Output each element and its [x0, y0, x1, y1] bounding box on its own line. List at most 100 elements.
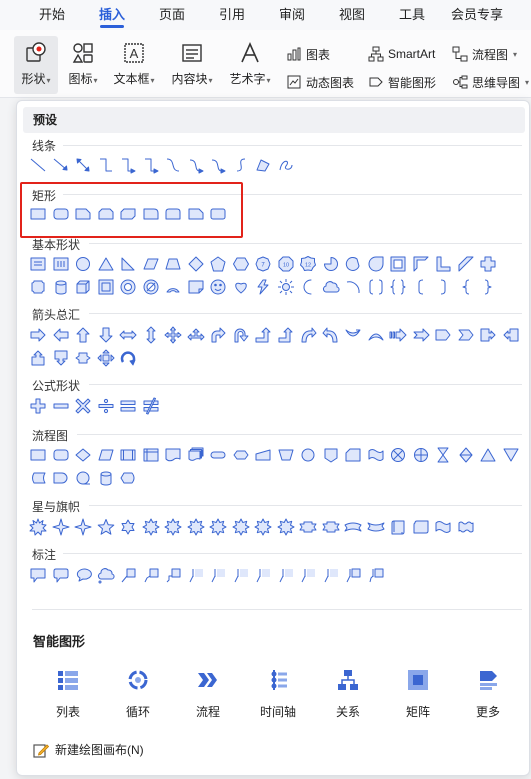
shape-arcline-icon[interactable]: [342, 277, 365, 297]
shape-star8-icon[interactable]: [252, 517, 275, 537]
shape-cacc1-icon[interactable]: [207, 565, 230, 585]
shape-a4-icon[interactable]: [162, 325, 185, 345]
shape-fdoc-icon[interactable]: [162, 445, 185, 465]
tab-member[interactable]: 会员专享: [442, 0, 512, 30]
shape-star8-icon[interactable]: [207, 517, 230, 537]
shape-bent-icon[interactable]: [207, 325, 230, 345]
shape-eq-icon[interactable]: [117, 396, 140, 416]
shape-tear-icon[interactable]: [365, 254, 388, 274]
shape-minus-icon[interactable]: [50, 396, 73, 416]
shape-neq-icon[interactable]: [140, 396, 163, 416]
shape-fdelay-icon[interactable]: [50, 468, 73, 488]
shape-lshape-icon[interactable]: [432, 254, 455, 274]
shape-dbracket-icon[interactable]: [365, 277, 388, 297]
shape-star8-icon[interactable]: [275, 517, 298, 537]
shape-wave-icon[interactable]: [432, 517, 455, 537]
shape-dcall-icon[interactable]: [50, 348, 73, 368]
shape-elbow-icon[interactable]: [95, 155, 118, 175]
shape-ribboncdn-icon[interactable]: [365, 517, 388, 537]
shape-nosym-icon[interactable]: [140, 277, 163, 297]
shape-lbrace-icon[interactable]: [455, 277, 478, 297]
mindmap-button[interactable]: 思维导图 ▾: [452, 71, 529, 93]
shape-dblarrow-icon[interactable]: [72, 155, 95, 175]
shape-diagstripe-icon[interactable]: [455, 254, 478, 274]
shape-elbowa-icon[interactable]: [117, 155, 140, 175]
shape-cline3-icon[interactable]: [162, 565, 185, 585]
shape-uturn-icon[interactable]: [230, 325, 253, 345]
shape-fstored-icon[interactable]: [27, 468, 50, 488]
shape-curve-icon[interactable]: [162, 155, 185, 175]
shape-oval-icon[interactable]: [72, 254, 95, 274]
shape-ribbonup-icon[interactable]: [297, 517, 320, 537]
shape-curvl-icon[interactable]: [320, 325, 343, 345]
shape-cacc1-icon[interactable]: [185, 565, 208, 585]
shape-fprep-icon[interactable]: [230, 445, 253, 465]
shape-cline1-icon[interactable]: [117, 565, 140, 585]
shape-fdisplay-icon[interactable]: [117, 468, 140, 488]
shape-curvu-icon[interactable]: [342, 325, 365, 345]
shape-fprocess-icon[interactable]: [27, 445, 50, 465]
new-canvas-button[interactable]: 新建绘图画布(N): [33, 741, 144, 758]
icon-button[interactable]: 图标▾: [62, 36, 104, 94]
shape-n12-icon[interactable]: 12: [297, 254, 320, 274]
shape-lup-icon[interactable]: [252, 325, 275, 345]
shape-heart-icon[interactable]: [230, 277, 253, 297]
shape-ar-icon[interactable]: [27, 325, 50, 345]
tab-reference[interactable]: 引用: [202, 0, 262, 30]
shape-ftape-icon[interactable]: [365, 445, 388, 465]
shape-halfframe-icon[interactable]: [410, 254, 433, 274]
shape-star8-icon[interactable]: [230, 517, 253, 537]
shape-tri-icon[interactable]: [95, 254, 118, 274]
shape-moon-icon[interactable]: [297, 277, 320, 297]
shape-curvea-icon[interactable]: [185, 155, 208, 175]
shape-scrollv-icon[interactable]: [387, 517, 410, 537]
smart-process-button[interactable]: 流程: [183, 667, 233, 720]
smart-relation-button[interactable]: 关系: [323, 667, 373, 720]
shape-dwave-icon[interactable]: [455, 517, 478, 537]
shape-button[interactable]: 形状▾: [14, 36, 58, 94]
shape-cacc1-icon[interactable]: [297, 565, 320, 585]
shape-rtri-icon[interactable]: [117, 254, 140, 274]
shape-line-icon[interactable]: [27, 155, 50, 175]
shape-foffpage-icon[interactable]: [320, 445, 343, 465]
shape-bevel-icon[interactable]: [95, 277, 118, 297]
wordart-button[interactable]: 艺术字▾: [224, 36, 276, 94]
shape-ribboncup-icon[interactable]: [342, 517, 365, 537]
shape-pie-icon[interactable]: [320, 254, 343, 274]
shape-cloud-icon[interactable]: [320, 277, 343, 297]
shape-scurve-icon[interactable]: [230, 155, 253, 175]
shape-curvr-icon[interactable]: [297, 325, 320, 345]
shape-star8-icon[interactable]: [185, 517, 208, 537]
shape-star6-icon[interactable]: [117, 517, 140, 537]
shape-fpredef-icon[interactable]: [117, 445, 140, 465]
shape-for-icon[interactable]: [410, 445, 433, 465]
shape-textbox-icon[interactable]: [27, 254, 50, 274]
shape-fconn-icon[interactable]: [297, 445, 320, 465]
shape-vtext-icon[interactable]: [50, 254, 73, 274]
shape-ad-icon[interactable]: [95, 325, 118, 345]
smartart-button[interactable]: SmartArt: [368, 43, 435, 65]
tab-insert[interactable]: 插入: [82, 0, 142, 30]
textbox-button[interactable]: A 文本框▾: [108, 36, 160, 94]
shape-arc-icon[interactable]: [162, 277, 185, 297]
shape-n10-icon[interactable]: 10: [275, 254, 298, 274]
shape-cline2-icon[interactable]: [140, 565, 163, 585]
shape-fterm-icon[interactable]: [207, 445, 230, 465]
chart-button[interactable]: 图表: [286, 43, 330, 65]
shape-rbrace-icon[interactable]: [477, 277, 500, 297]
shape-curvea-icon[interactable]: [207, 155, 230, 175]
shape-star8-icon[interactable]: [140, 517, 163, 537]
shape-cacc1-icon[interactable]: [320, 565, 343, 585]
shape-n7-icon[interactable]: 7: [252, 254, 275, 274]
smart-list-button[interactable]: 列表: [43, 667, 93, 720]
shape-a3-icon[interactable]: [185, 325, 208, 345]
tab-review[interactable]: 审阅: [262, 0, 322, 30]
shape-cube-icon[interactable]: [72, 277, 95, 297]
shape-cacc1-icon[interactable]: [275, 565, 298, 585]
shape-fsort-icon[interactable]: [455, 445, 478, 465]
shape-freeform-icon[interactable]: [252, 155, 275, 175]
shape-penta-icon[interactable]: [207, 254, 230, 274]
shape-circ-icon[interactable]: [117, 348, 140, 368]
shape-star5-icon[interactable]: [95, 517, 118, 537]
shape-star4-icon[interactable]: [50, 517, 73, 537]
